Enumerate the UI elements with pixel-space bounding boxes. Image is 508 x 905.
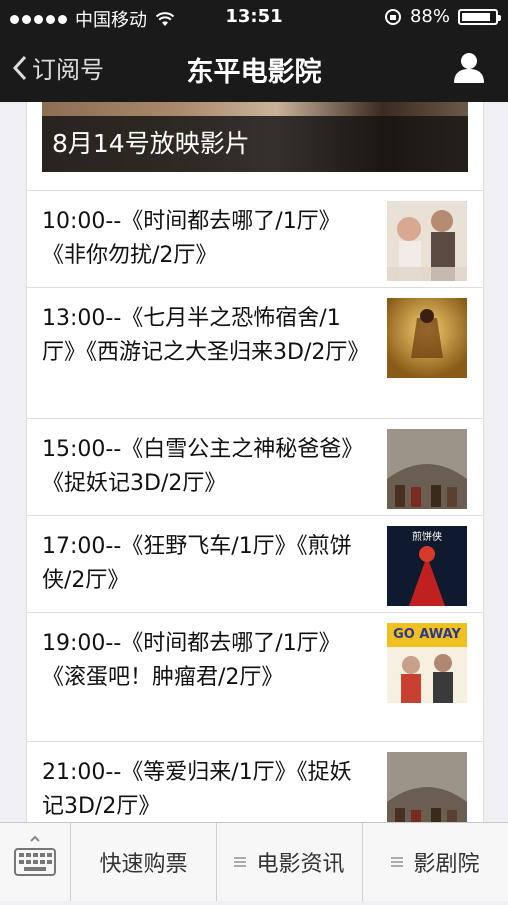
schedule-text: 17:00--《狂野飞车/1厅》《煎饼侠/2厅》 [42,534,352,593]
poster-title: GO AWAY [393,627,461,642]
tab-label: 影剧院 [413,852,480,877]
schedule-row[interactable]: 17:00--《狂野飞车/1厅》《煎饼侠/2厅》 煎饼侠 [27,516,483,613]
schedule-row[interactable]: 19:00--《时间都去哪了/1厅》《滚蛋吧！肿瘤君/2厅》 GO AWAY [27,613,483,742]
schedule-text: 13:00--《七月半之恐怖宿舍/1厅》《西游记之大圣归来3D/2厅》 [42,306,370,365]
schedule-text: 19:00--《时间都去哪了/1厅》《滚蛋吧！肿瘤君/2厅》 [42,631,341,690]
schedule-row[interactable]: 13:00--《七月半之恐怖宿舍/1厅》《西游记之大圣归来3D/2厅》 [27,288,483,419]
movie-poster [387,298,467,378]
poster-title: 煎饼侠 [412,530,442,543]
battery-icon [458,8,501,25]
menu-icon [234,856,247,868]
movie-poster [387,429,467,509]
schedule-text: 21:00--《等爱归来/1厅》《捉妖记3D/2厅》 [42,760,352,819]
movie-poster [387,752,467,822]
movie-poster: 煎饼侠 [387,526,467,606]
page-title: 东平电影院 [186,57,322,88]
tab-theater[interactable]: 影剧院 [362,823,508,901]
article-content: 8月14号放映影片 10:00--《时间都去哪了/1厅》《非你勿扰/2厅》 13… [26,102,484,822]
schedule-row[interactable]: 10:00--《时间都去哪了/1厅》《非你勿扰/2厅》 [27,191,483,288]
status-bar: 中国移动 13:51 88% [0,0,508,34]
tab-label: 电影资讯 [256,852,345,877]
tab-label: 快速购票 [99,852,188,877]
navigation-bar: 订阅号 东平电影院 [0,34,508,102]
tab-movie-news[interactable]: 电影资讯 [216,823,362,901]
bottom-menu-bar: 快速购票 电影资讯 影剧院 [0,822,508,901]
rotation-lock-icon [384,8,401,25]
schedule-text: 15:00--《白雪公主之神秘爸爸》《捉妖记3D/2厅》 [42,437,364,496]
schedule-text: 10:00--《时间都去哪了/1厅》《非你勿扰/2厅》 [42,209,341,268]
battery-percent: 88% [409,6,450,27]
schedule-row[interactable]: 21:00--《等爱归来/1厅》《捉妖记3D/2厅》 [27,742,483,822]
movie-poster [387,201,467,281]
menu-icon [391,856,404,868]
movie-poster: GO AWAY [387,623,467,703]
schedule-row[interactable]: 15:00--《白雪公主之神秘爸爸》《捉妖记3D/2厅》 [27,419,483,516]
keyboard-icon [14,835,56,876]
banner-image: 8月14号放映影片 [42,102,468,172]
tab-quick-ticket[interactable]: 快速购票 [70,823,216,901]
keyboard-toggle-button[interactable] [0,823,70,901]
user-profile-icon[interactable] [452,50,486,84]
banner-caption: 8月14号放映影片 [42,116,468,172]
